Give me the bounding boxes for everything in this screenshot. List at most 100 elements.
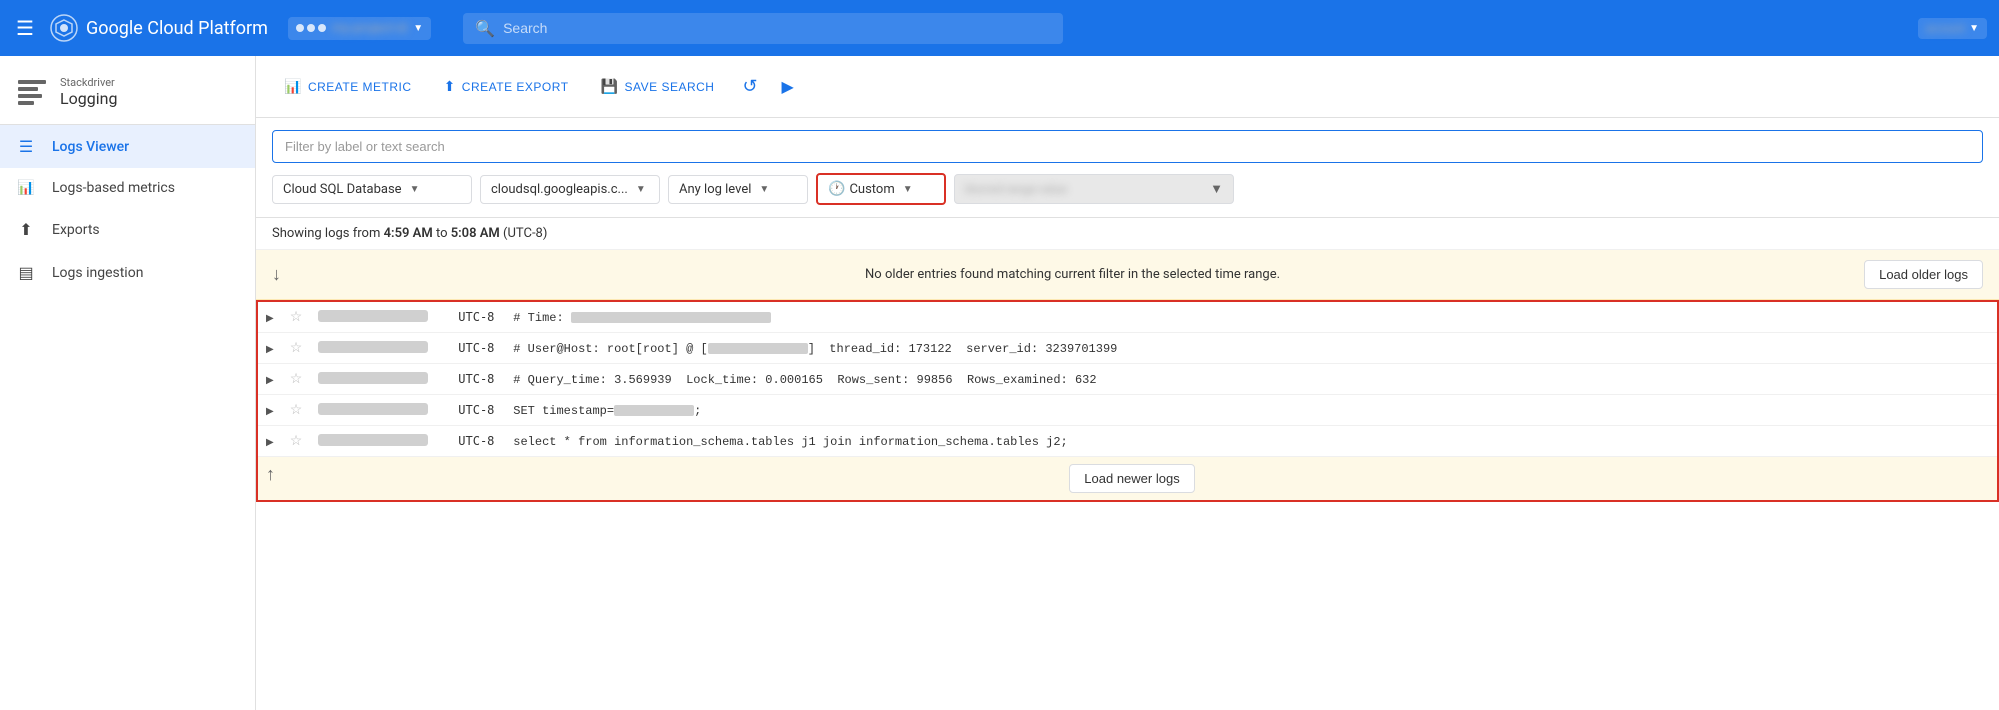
project-name: my-project-id (332, 21, 407, 36)
logs-viewer-icon: ☰ (16, 137, 36, 156)
table-row: ▶ ☆ UTC-8 select * from information_sche… (257, 426, 1998, 457)
logs-metrics-icon: 📊 (16, 180, 36, 196)
search-bar[interactable]: 🔍 (463, 13, 1063, 44)
top-nav-dropdown[interactable]: account ▼ (1918, 18, 1987, 39)
load-newer-button[interactable]: Load newer logs (1069, 464, 1194, 493)
log-level-dropdown[interactable]: Any log level ▼ (668, 175, 808, 204)
expand-icon[interactable]: ▶ (266, 375, 274, 386)
logs-ingestion-icon: ▤ (16, 263, 36, 282)
sidebar: Stackdriver Logging ☰ Logs Viewer 📊 Logs… (0, 56, 256, 710)
exports-icon: ⬆ (16, 220, 36, 239)
star-icon[interactable]: ☆ (290, 309, 303, 325)
timezone-cell: UTC-8 (450, 395, 505, 426)
time-to: 5:08 AM (451, 226, 500, 241)
filter-section: Cloud SQL Database ▼ cloudsql.googleapis… (256, 118, 1999, 217)
timezone-cell: UTC-8 (450, 301, 505, 333)
create-export-button[interactable]: ⬆ CREATE EXPORT (432, 70, 581, 103)
blurred-timestamp (318, 434, 428, 446)
timezone: (UTC-8) (503, 226, 547, 241)
refresh-button[interactable]: ↺ (734, 68, 765, 105)
log-content: # Query_time: 3.569939 Lock_time: 0.0001… (513, 373, 1096, 387)
hamburger-icon[interactable]: ☰ (12, 12, 38, 44)
database-dropdown[interactable]: Cloud SQL Database ▼ (272, 175, 472, 204)
expand-icon[interactable]: ▶ (266, 313, 274, 324)
blurred-timestamp (318, 372, 428, 384)
database-dropdown-arrow: ▼ (410, 184, 420, 195)
timezone-cell: UTC-8 (450, 426, 505, 457)
star-icon[interactable]: ☆ (290, 371, 303, 387)
showing-text: Showing logs from (272, 226, 380, 241)
clock-icon: 🕐 (828, 181, 845, 197)
time-dropdown[interactable]: 🕐 Custom ▼ (816, 173, 946, 205)
expand-icon[interactable]: ▶ (266, 344, 274, 355)
time-dropdown-label: Custom (849, 182, 894, 197)
load-newer-row: ↑ Load newer logs (257, 457, 1998, 502)
table-row: ▶ ☆ UTC-8 # Time: (257, 301, 1998, 333)
toolbar: 📊 CREATE METRIC ⬆ CREATE EXPORT 💾 SAVE S… (256, 56, 1999, 118)
no-older-message: No older entries found matching current … (281, 267, 1864, 282)
sidebar-item-logs-ingestion[interactable]: ▤ Logs ingestion (0, 251, 255, 294)
play-icon: ▶ (782, 77, 794, 97)
log-content: # User@Host: root[root] @ [ ] thread_id:… (513, 342, 1117, 356)
save-search-icon: 💾 (601, 78, 619, 95)
create-export-icon: ⬆ (444, 78, 456, 95)
top-nav-right: account ▼ (1918, 18, 1987, 39)
blurred-ip (708, 343, 808, 354)
log-table: ▶ ☆ UTC-8 # Time: ▶ ☆ (256, 300, 1999, 502)
star-icon[interactable]: ☆ (290, 402, 303, 418)
time-from: 4:59 AM (384, 226, 433, 241)
top-nav: ☰ Google Cloud Platform my-project-id ▼ … (0, 0, 1999, 56)
database-dropdown-label: Cloud SQL Database (283, 182, 402, 197)
blurred-timestamp-value (614, 405, 694, 416)
save-search-button[interactable]: 💾 SAVE SEARCH (589, 70, 727, 103)
log-level-label: Any log level (679, 182, 751, 197)
app-logo-text: Google Cloud Platform (86, 18, 268, 39)
main-layout: Stackdriver Logging ☰ Logs Viewer 📊 Logs… (0, 56, 1999, 710)
blurred-timestamp (318, 341, 428, 353)
log-content-cell: # Query_time: 3.569939 Lock_time: 0.0001… (505, 364, 1998, 395)
search-icon: 🔍 (475, 19, 495, 38)
sidebar-app-main: Logging (60, 89, 117, 108)
api-dropdown[interactable]: cloudsql.googleapis.c... ▼ (480, 175, 660, 204)
sidebar-item-label: Logs-based metrics (52, 180, 175, 196)
api-dropdown-arrow: ▼ (636, 184, 646, 195)
table-row: ▶ ☆ UTC-8 SET timestamp= ; (257, 395, 1998, 426)
refresh-icon: ↺ (742, 76, 757, 97)
star-icon[interactable]: ☆ (290, 433, 303, 449)
load-older-button[interactable]: Load older logs (1864, 260, 1983, 289)
timezone-cell: UTC-8 (450, 364, 505, 395)
app-logo: Google Cloud Platform (50, 14, 268, 42)
sidebar-item-label: Logs Viewer (52, 139, 129, 155)
load-newer-cell: ↑ Load newer logs (257, 457, 1998, 502)
up-arrow-icon: ↑ (266, 464, 275, 485)
sidebar-item-exports[interactable]: ⬆ Exports (0, 208, 255, 251)
sidebar-app-sub: Stackdriver (60, 76, 117, 89)
content-area: 📊 CREATE METRIC ⬆ CREATE EXPORT 💾 SAVE S… (256, 56, 1999, 710)
create-metric-button[interactable]: 📊 CREATE METRIC (272, 70, 424, 103)
blurred-timestamp (318, 403, 428, 415)
play-button[interactable]: ▶ (774, 69, 802, 105)
log-content-cell: select * from information_schema.tables … (505, 426, 1998, 457)
log-content-cell: # Time: (505, 301, 1998, 333)
expand-icon[interactable]: ▶ (266, 406, 274, 417)
sidebar-item-logs-metrics[interactable]: 📊 Logs-based metrics (0, 168, 255, 208)
search-input[interactable] (503, 20, 1051, 36)
sidebar-item-logs-viewer[interactable]: ☰ Logs Viewer (0, 125, 255, 168)
table-row: ▶ ☆ UTC-8 # User@Host: root[root] @ [ ] … (257, 333, 1998, 364)
time-dropdown-arrow: ▼ (903, 184, 913, 195)
log-content: select * from information_schema.tables … (513, 435, 1068, 449)
star-icon[interactable]: ☆ (290, 340, 303, 356)
expand-icon[interactable]: ▶ (266, 437, 274, 448)
project-chevron-icon: ▼ (413, 23, 423, 34)
down-arrow-icon: ↓ (272, 264, 281, 285)
blurred-dropdown[interactable]: blurred-range-value ▼ (954, 174, 1234, 204)
logs-area: Showing logs from 4:59 AM to 5:08 AM (UT… (256, 217, 1999, 710)
filter-dropdowns: Cloud SQL Database ▼ cloudsql.googleapis… (272, 173, 1983, 205)
log-content-cell: # User@Host: root[root] @ [ ] thread_id:… (505, 333, 1998, 364)
filter-input[interactable] (272, 130, 1983, 163)
to-text: to (436, 226, 451, 241)
blurred-dropdown-arrow: ▼ (1210, 181, 1223, 197)
sidebar-item-label: Exports (52, 222, 100, 238)
api-dropdown-label: cloudsql.googleapis.c... (491, 182, 628, 197)
project-selector[interactable]: my-project-id ▼ (288, 17, 431, 40)
